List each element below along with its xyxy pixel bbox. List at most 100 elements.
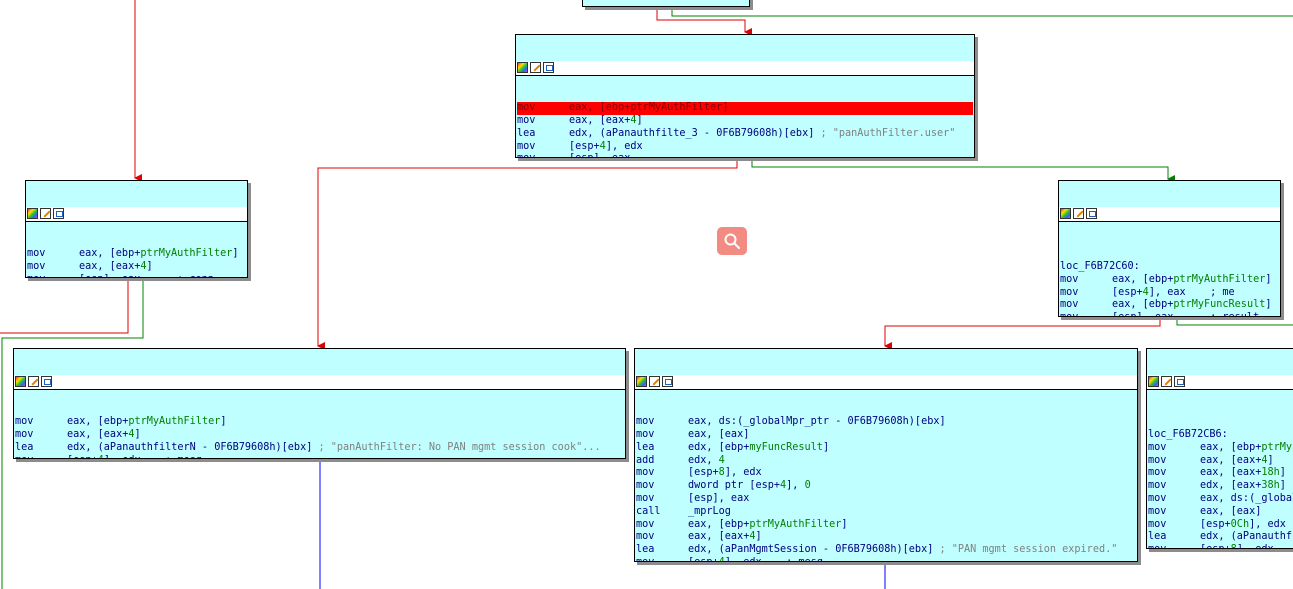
- operand: ], edx: [1237, 544, 1274, 548]
- operand: eax, ds:(_globalMpr_ptr - 0F6B79608h)[eb…: [688, 416, 946, 428]
- instruction-line[interactable]: mov eax, [eax]: [636, 429, 1136, 442]
- operand: eax, [eax+: [79, 260, 141, 272]
- group-nodes-icon[interactable]: [662, 376, 673, 388]
- node-color-icon[interactable]: [15, 376, 26, 388]
- operand: ptrMyAuthFilter: [1173, 273, 1266, 285]
- instruction-line[interactable]: mov[esp], eax ; conn: [27, 274, 246, 277]
- instruction-line[interactable]: mov[esp], eax ; result: [1060, 312, 1279, 316]
- instruction-line[interactable]: [1060, 248, 1279, 261]
- operand: edx, (aPanMgmtSession - 0F6B79608h)[ebx]: [688, 544, 940, 556]
- instruction-line[interactable]: mov eax, [eax+4]: [1148, 455, 1293, 468]
- group-nodes-icon[interactable]: [41, 376, 52, 388]
- code-block-bottom-middle[interactable]: mov eax, ds:(_globalMpr_ptr - 0F6B79608h)…: [634, 348, 1138, 562]
- edge-false: [884, 316, 1161, 350]
- mnemonic: mov: [1060, 286, 1079, 298]
- graph-view-canvas[interactable]: jzloc_F6B72CE8 moveax, [ebp+ptrMyAuthFil…: [0, 0, 1293, 589]
- instruction-line[interactable]: mov[esp+4], edx ; mesg: [15, 455, 624, 458]
- mnemonic: mov: [636, 518, 655, 530]
- instruction-line[interactable]: mov [esp+4], edx: [517, 141, 973, 154]
- rename-node-icon[interactable]: [40, 208, 51, 220]
- instruction-line[interactable]: call _mprLog: [636, 506, 1136, 519]
- instruction-line[interactable]: mov [esp+4], eax ; me: [1060, 287, 1279, 300]
- instruction-line[interactable]: mov[esp+8], edx: [1148, 544, 1293, 548]
- instruction-line[interactable]: add edx, 4: [636, 455, 1136, 468]
- code-block-body: loc_F6B72CB6: mov eax, [ebp+ptrMy mov eax, […: [1147, 415, 1293, 548]
- instruction-line[interactable]: mov eax, [eax+4]: [517, 115, 973, 128]
- instruction-line[interactable]: mov eax, [ebp+ptrMyAuthFilter]: [1060, 274, 1279, 287]
- instruction-line[interactable]: mov eax, [ebp+ptrMyFuncResult]: [1060, 299, 1279, 312]
- instruction-line[interactable]: mov eax, [ebp+ptrMy: [1148, 442, 1293, 455]
- instruction-line[interactable]: mov[esp+4], edx ; mesg: [636, 557, 1136, 561]
- group-nodes-icon[interactable]: [543, 62, 554, 74]
- node-color-icon[interactable]: [636, 376, 647, 388]
- instruction-line[interactable]: mov[esp+8], edx: [636, 467, 1136, 480]
- edge-true: [671, 6, 1293, 17]
- mnemonic: mov: [636, 416, 655, 428]
- group-nodes-icon[interactable]: [1086, 208, 1097, 220]
- instruction-line[interactable]: mov [esp+0Ch], edx: [1148, 519, 1293, 532]
- instruction-line[interactable]: lea edx, (aPanMgmtSession - 0F6B79608h)[e…: [636, 544, 1136, 557]
- instruction-line[interactable]: mov edx, [eax+38h]: [1148, 480, 1293, 493]
- instruction-line[interactable]: mov eax, [eax+4]: [636, 531, 1136, 544]
- instruction-line[interactable]: mov eax, [ebp+ptrMyAuthFilter]: [15, 416, 624, 429]
- node-color-icon[interactable]: [1148, 376, 1159, 388]
- instruction-line[interactable]: lea edx, [ebp+myFuncResult]: [636, 442, 1136, 455]
- block-titlebar: [635, 374, 1137, 390]
- instruction-line[interactable]: mov eax, [ebp+ptrMyAuthFilter]: [636, 519, 1136, 532]
- instruction-line[interactable]: mov eax, ds:(_global: [1148, 493, 1293, 506]
- operand: eax, [ebp+: [79, 248, 141, 260]
- instruction-line[interactable]: loc_F6B72C60:: [1060, 261, 1279, 274]
- instruction-line[interactable]: mov eax, [eax+4]: [27, 261, 246, 274]
- rename-node-icon[interactable]: [530, 62, 541, 74]
- instruction-line[interactable]: mov[esp], eax: [517, 153, 973, 157]
- instruction-line[interactable]: mov eax, [eax+18h]: [1148, 467, 1293, 480]
- comment: ; "panAuthFilter: No PAN mgmt session co…: [318, 441, 601, 453]
- operand: ], edx: [724, 467, 762, 479]
- rename-node-icon[interactable]: [649, 376, 660, 388]
- instruction-line[interactable]: lea edx, (aPanauthf: [1148, 531, 1293, 544]
- node-color-icon[interactable]: [517, 62, 528, 74]
- operand: eax, [ebp+: [688, 518, 750, 530]
- code-block-bottom-left[interactable]: mov eax, [ebp+ptrMyAuthFilter] mov eax, [ea…: [13, 348, 626, 459]
- operand: ],: [786, 480, 805, 492]
- operand: ]: [755, 531, 762, 543]
- search-button[interactable]: [717, 227, 747, 255]
- code-block-center[interactable]: mov eax, [ebp+ptrMyAuthFilter] mov eax, [ea…: [515, 34, 975, 158]
- instruction-line[interactable]: mov eax, ds:(_globalMpr_ptr - 0F6B79608h)…: [636, 416, 1136, 429]
- operand: eax, [ebp+: [1200, 441, 1262, 453]
- instruction-line[interactable]: mov dword ptr [esp+4], 0: [636, 480, 1136, 493]
- code-block-bottom-right[interactable]: loc_F6B72CB6: mov eax, [ebp+ptrMy mov eax, […: [1146, 348, 1293, 549]
- operand: eax, [eax]: [1200, 505, 1262, 517]
- mnemonic: lea: [15, 441, 34, 453]
- code-block-right[interactable]: loc_F6B72C60: mov eax, [ebp+ptrMyAuthFilte…: [1058, 180, 1281, 317]
- node-color-icon[interactable]: [1060, 208, 1071, 220]
- instruction-line[interactable]: [1148, 416, 1293, 429]
- instruction-line[interactable]: mov eax, [ebp+ptrMyAuthFilter]: [27, 248, 246, 261]
- instruction-line[interactable]: mov[esp], eax: [636, 493, 1136, 506]
- operand: ]: [1265, 273, 1272, 285]
- code-block-left[interactable]: mov eax, [ebp+ptrMyAuthFilter] mov eax, [ea…: [25, 180, 248, 278]
- operand: ]: [1279, 480, 1286, 492]
- rename-node-icon[interactable]: [1161, 376, 1172, 388]
- operand: ]: [134, 428, 141, 440]
- operand: ], edx ; mesg: [725, 557, 823, 561]
- instruction-line[interactable]: lea edx, (aPanauthfilterN - 0F6B79608h)[e…: [15, 442, 624, 455]
- rename-node-icon[interactable]: [28, 376, 39, 388]
- block-titlebar: [26, 206, 247, 222]
- instruction-line[interactable]: lea edx, (aPanauthfilte_3 - 0F6B79608h)[e…: [517, 128, 973, 141]
- instruction-line[interactable]: mov eax, [eax]: [1148, 506, 1293, 519]
- operand: ptrMyAuthFilter: [128, 416, 221, 428]
- operand: loc_F6B72C60:: [1060, 260, 1140, 272]
- group-nodes-icon[interactable]: [53, 208, 64, 220]
- instruction-line[interactable]: mov eax, [eax+4]: [15, 429, 624, 442]
- rename-node-icon[interactable]: [1073, 208, 1084, 220]
- group-nodes-icon[interactable]: [1174, 376, 1185, 388]
- operand: edx, [ebp+: [688, 441, 750, 453]
- node-color-icon[interactable]: [27, 208, 38, 220]
- instruction-line[interactable]: loc_F6B72CB6:: [1148, 429, 1293, 442]
- operand: 18h: [1261, 467, 1280, 479]
- block-titlebar: [1059, 206, 1280, 222]
- code-block-top[interactable]: jzloc_F6B72CE8: [582, 0, 750, 7]
- mnemonic: mov: [517, 140, 536, 152]
- highlighted-instruction[interactable]: mov eax, [ebp+ptrMyAuthFilter]: [517, 102, 973, 115]
